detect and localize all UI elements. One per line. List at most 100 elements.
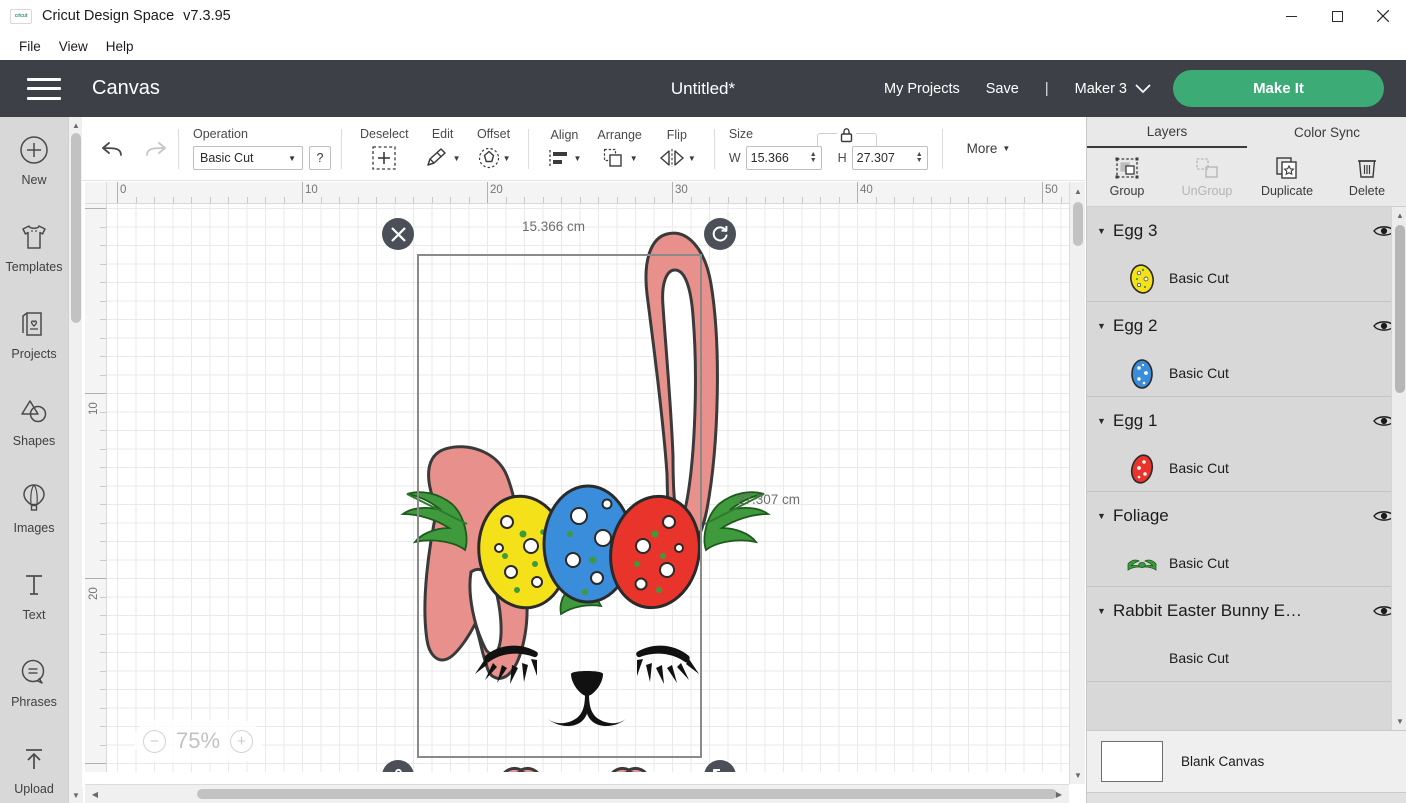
- arrange-button[interactable]: Arrange ▼: [589, 117, 649, 181]
- my-projects-link[interactable]: My Projects: [884, 81, 960, 97]
- ruler-h-tick: [968, 197, 969, 203]
- duplicate-button[interactable]: Duplicate: [1247, 148, 1327, 206]
- layer-header[interactable]: ▼ Foliage: [1087, 492, 1406, 539]
- scroll-up-arrow-icon[interactable]: ▲: [69, 117, 83, 133]
- blank-canvas-swatch[interactable]: [1101, 741, 1163, 782]
- sidebar-item-phrases[interactable]: Phrases: [0, 639, 68, 726]
- scroll-down-arrow-icon[interactable]: ▼: [1070, 768, 1086, 782]
- delete-handle[interactable]: [382, 218, 414, 250]
- operation-help-button[interactable]: ?: [309, 146, 331, 170]
- menu-file[interactable]: File: [10, 36, 50, 57]
- undo-icon[interactable]: [100, 138, 126, 160]
- tab-layers[interactable]: Layers: [1087, 117, 1247, 148]
- layers-scrollbar[interactable]: ▲ ▼: [1391, 207, 1406, 730]
- layer-header[interactable]: ▼ Egg 2: [1087, 302, 1406, 349]
- zoom-in-button[interactable]: +: [229, 729, 253, 753]
- chevron-down-icon[interactable]: ▼: [1097, 226, 1113, 236]
- deselect-button[interactable]: Deselect: [352, 117, 417, 181]
- ruler-h-tick: [265, 197, 266, 203]
- design-canvas[interactable]: 15.366 cm 27.307 cm − 75% +: [107, 204, 1069, 772]
- sidebar-item-text[interactable]: Text: [0, 552, 68, 639]
- upload-arrow-icon: [20, 743, 48, 775]
- sidebar-scrollbar[interactable]: ▲ ▼: [68, 117, 83, 803]
- canvas-hscroll-thumb[interactable]: [197, 789, 1057, 799]
- attach-button[interactable]: Attach: [1215, 793, 1279, 803]
- sidebar-item-shapes[interactable]: Shapes: [0, 378, 68, 465]
- sidebar-item-upload[interactable]: Upload: [0, 726, 68, 803]
- offset-button[interactable]: Offset ▼: [469, 117, 519, 181]
- bunny-thumb: [1125, 641, 1159, 675]
- layers-list[interactable]: ▼ Egg 3 Basic Cut ▼ Egg 2 Basic Cut ▼ Eg…: [1087, 207, 1406, 730]
- sidebar-item-templates[interactable]: Templates: [0, 204, 68, 291]
- layer-child-row[interactable]: Basic Cut: [1087, 349, 1406, 396]
- width-stepper[interactable]: ▲ ▼: [810, 151, 817, 164]
- layer-header[interactable]: ▼ Egg 3: [1087, 207, 1406, 254]
- flip-button[interactable]: Flip ▼: [650, 117, 704, 181]
- width-input-wrap[interactable]: ▲▼: [745, 146, 822, 170]
- align-button[interactable]: Align ▼: [539, 117, 589, 181]
- operation-select[interactable]: Basic Cut ▼: [193, 146, 303, 170]
- selection-bounding-box[interactable]: [417, 254, 702, 758]
- chevron-down-icon[interactable]: ▼: [1097, 321, 1113, 331]
- canvas-horizontal-scrollbar[interactable]: ◀ ▶: [85, 784, 1069, 803]
- layer-child-row[interactable]: Basic Cut: [1087, 539, 1406, 586]
- canvas-vertical-scrollbar[interactable]: ▲ ▼: [1069, 182, 1085, 784]
- machine-selector-label[interactable]: Maker 3: [1075, 81, 1127, 97]
- rotate-handle[interactable]: [704, 218, 736, 250]
- height-stepper[interactable]: ▲ ▼: [916, 151, 923, 164]
- sidebar-item-new[interactable]: New: [0, 117, 68, 204]
- chevron-down-icon[interactable]: ▼: [1097, 606, 1113, 616]
- scroll-down-arrow-icon[interactable]: ▼: [69, 787, 83, 803]
- ruler-v-tick: [85, 763, 106, 764]
- minimize-button[interactable]: [1268, 0, 1314, 32]
- chevron-down-icon[interactable]: ▼: [1097, 416, 1113, 426]
- zoom-out-button[interactable]: −: [143, 729, 166, 753]
- chevron-down-icon[interactable]: [1135, 83, 1151, 94]
- close-button[interactable]: [1360, 0, 1406, 32]
- ruler-v-tick: [100, 319, 106, 320]
- chevron-down-icon[interactable]: ▼: [1097, 511, 1113, 521]
- zoom-control[interactable]: − 75% +: [134, 720, 262, 762]
- maximize-button[interactable]: [1314, 0, 1360, 32]
- canvas-label: Canvas: [92, 77, 160, 99]
- sidebar-scroll-thumb[interactable]: [71, 133, 81, 323]
- layer-child-row[interactable]: Basic Cut: [1087, 634, 1406, 681]
- layer-child-row[interactable]: Basic Cut: [1087, 444, 1406, 491]
- weld-button[interactable]: Weld: [1151, 793, 1215, 803]
- height-input[interactable]: [856, 151, 911, 165]
- make-it-button[interactable]: Make It: [1173, 70, 1384, 107]
- delete-button[interactable]: Delete: [1327, 148, 1406, 206]
- menu-view[interactable]: View: [50, 36, 97, 57]
- scroll-down-arrow-icon[interactable]: ▼: [1392, 715, 1406, 728]
- scroll-right-arrow-icon[interactable]: ▶: [1053, 788, 1065, 800]
- blank-canvas-row[interactable]: Blank Canvas: [1087, 730, 1406, 792]
- flatten-button[interactable]: Flatten: [1279, 793, 1343, 803]
- layers-scroll-thumb[interactable]: [1395, 225, 1405, 393]
- height-input-wrap[interactable]: ▲▼: [851, 146, 928, 170]
- edit-label: Edit: [431, 127, 454, 141]
- hamburger-menu-icon[interactable]: [27, 77, 61, 100]
- ruler-h-tick: [709, 197, 710, 203]
- lock-closed-icon[interactable]: [836, 126, 856, 143]
- group-button[interactable]: Group: [1087, 148, 1167, 206]
- align-icon: ▼: [547, 147, 581, 169]
- canvas-vscroll-thumb[interactable]: [1073, 202, 1083, 246]
- layer-header[interactable]: ▼ Rabbit Easter Bunny E…: [1087, 587, 1406, 634]
- scroll-left-arrow-icon[interactable]: ◀: [89, 788, 101, 800]
- edit-button[interactable]: Edit ▼: [417, 117, 469, 181]
- ruler-h-tick: [875, 197, 877, 203]
- scroll-up-arrow-icon[interactable]: ▲: [1392, 209, 1406, 222]
- layer-header[interactable]: ▼ Egg 1: [1087, 397, 1406, 444]
- ruler-v-tick: [100, 744, 106, 746]
- sidebar-item-images[interactable]: Images: [0, 465, 68, 552]
- right-panel: Layers Color Sync Group UnGroup Duplicat…: [1086, 117, 1406, 803]
- more-button[interactable]: More ▼: [967, 141, 1011, 156]
- save-button[interactable]: Save: [986, 81, 1019, 97]
- menu-help[interactable]: Help: [97, 36, 143, 57]
- scroll-up-arrow-icon[interactable]: ▲: [1070, 184, 1086, 198]
- layer-operation-label: Basic Cut: [1169, 649, 1229, 666]
- layer-child-row[interactable]: Basic Cut: [1087, 254, 1406, 301]
- width-input[interactable]: [750, 151, 805, 165]
- tab-color-sync[interactable]: Color Sync: [1247, 117, 1406, 148]
- sidebar-item-projects[interactable]: Projects: [0, 291, 68, 378]
